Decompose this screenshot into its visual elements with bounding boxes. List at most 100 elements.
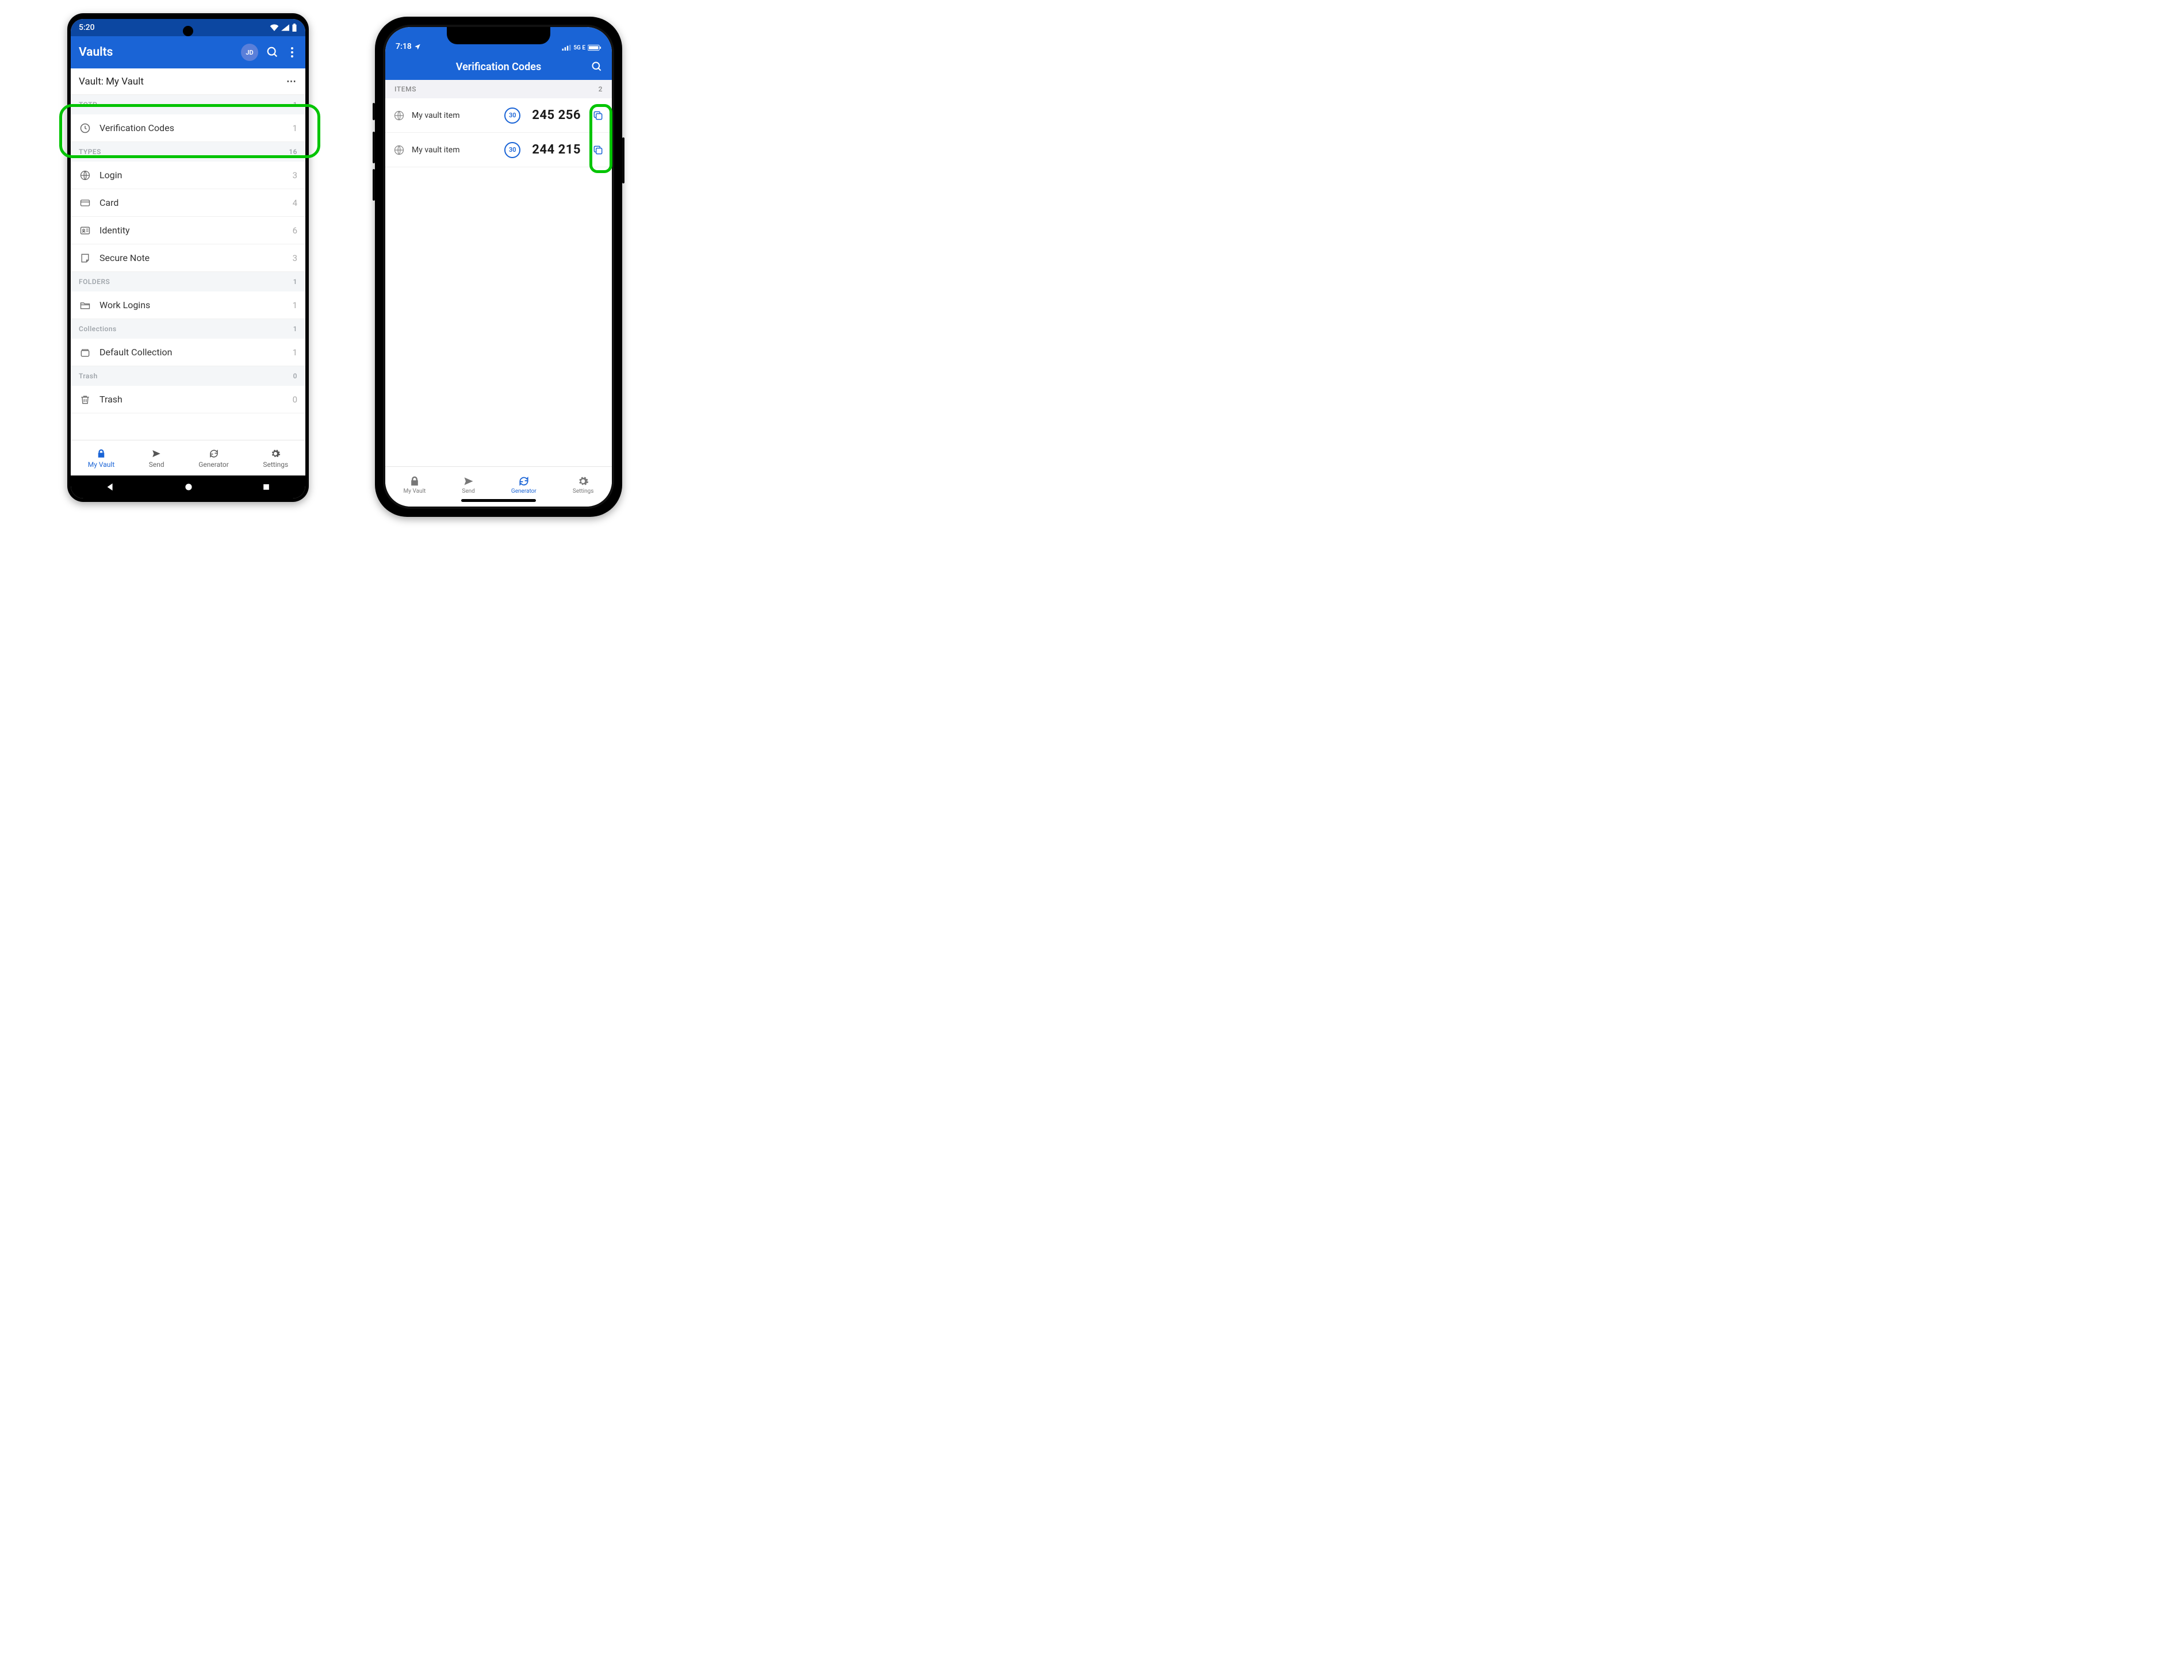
globe-icon bbox=[393, 110, 405, 121]
row-count: 3 bbox=[293, 170, 297, 181]
tab-label: Generator bbox=[198, 461, 229, 469]
refresh-icon bbox=[209, 448, 219, 459]
section-title: TYPES bbox=[79, 148, 101, 156]
tab-label: Send bbox=[149, 461, 164, 469]
row-label: Trash bbox=[99, 394, 285, 405]
totp-item[interactable]: My vault item 30 245 256 bbox=[385, 98, 612, 133]
tab-my-vault[interactable]: My Vault bbox=[404, 475, 426, 494]
section-count: 16 bbox=[289, 148, 297, 156]
tab-settings[interactable]: Settings bbox=[263, 448, 288, 469]
gear-icon bbox=[577, 475, 589, 487]
collection-icon bbox=[79, 347, 91, 358]
avatar[interactable]: JD bbox=[241, 44, 258, 61]
row-default-collection[interactable]: Default Collection 1 bbox=[71, 339, 305, 366]
tab-label: Settings bbox=[263, 461, 288, 469]
more-icon[interactable] bbox=[287, 46, 297, 59]
row-login[interactable]: Login 3 bbox=[71, 162, 305, 189]
row-trash[interactable]: Trash 0 bbox=[71, 386, 305, 413]
section-count: 1 bbox=[293, 325, 297, 333]
appbar-title: Verification Codes bbox=[456, 61, 541, 73]
android-screen: 5:20 Vaults JD Vault: My Vault ⋯ T bbox=[71, 19, 305, 498]
nav-home-icon[interactable] bbox=[184, 482, 193, 492]
clock-icon bbox=[79, 122, 91, 134]
iphone-screen: 7:18 5G E Verification Codes ITEMS bbox=[385, 27, 612, 507]
section-count: 2 bbox=[599, 85, 603, 93]
section-header-totp: TOTP 1 bbox=[71, 95, 305, 114]
volume-up-button bbox=[373, 132, 375, 163]
status-time: 5:20 bbox=[79, 23, 95, 32]
nav-recent-icon[interactable] bbox=[262, 482, 271, 492]
row-count: 0 bbox=[293, 394, 297, 405]
note-icon bbox=[79, 252, 91, 264]
row-count: 1 bbox=[293, 123, 297, 133]
status-time: 7:18 bbox=[396, 42, 412, 51]
totp-item[interactable]: My vault item 30 244 215 bbox=[385, 133, 612, 167]
home-indicator[interactable] bbox=[461, 499, 536, 502]
android-phone-frame: 5:20 Vaults JD Vault: My Vault ⋯ T bbox=[67, 13, 309, 502]
row-identity[interactable]: Identity 6 bbox=[71, 217, 305, 244]
iphone-app-bar: Verification Codes bbox=[385, 53, 612, 80]
tab-label: Settings bbox=[573, 488, 594, 494]
row-work-logins[interactable]: Work Logins 1 bbox=[71, 291, 305, 319]
card-icon bbox=[79, 197, 91, 209]
search-icon[interactable] bbox=[591, 61, 603, 72]
section-header-types: TYPES 16 bbox=[71, 142, 305, 162]
tab-generator[interactable]: Generator bbox=[511, 475, 537, 494]
refresh-icon bbox=[518, 475, 530, 487]
tab-my-vault[interactable]: My Vault bbox=[88, 448, 115, 469]
android-bottom-tabs: My Vault Send Generator bbox=[71, 440, 305, 475]
status-icons bbox=[270, 24, 297, 32]
send-icon bbox=[151, 448, 162, 459]
vault-selector-more-icon[interactable]: ⋯ bbox=[286, 76, 297, 87]
gear-icon bbox=[270, 448, 281, 459]
row-label: Login bbox=[99, 170, 285, 181]
section-header-collections: Collections 1 bbox=[71, 319, 305, 339]
nav-back-icon[interactable] bbox=[105, 482, 116, 492]
vault-selector[interactable]: Vault: My Vault ⋯ bbox=[71, 68, 305, 95]
signal-icon bbox=[281, 24, 289, 31]
section-header-folders: FOLDERS 1 bbox=[71, 272, 305, 291]
android-nav-bar bbox=[71, 475, 305, 498]
lock-icon bbox=[409, 475, 420, 487]
totp-code: 245 256 bbox=[532, 108, 581, 122]
totp-timer: 30 bbox=[504, 142, 520, 158]
row-verification-codes[interactable]: Verification Codes 1 bbox=[71, 114, 305, 142]
ios-list[interactable]: ITEMS 2 My vault item 30 245 256 bbox=[385, 80, 612, 466]
tab-generator[interactable]: Generator bbox=[198, 448, 229, 469]
location-icon bbox=[414, 43, 421, 50]
section-title: ITEMS bbox=[394, 85, 416, 93]
totp-code: 244 215 bbox=[532, 143, 581, 157]
row-label: Verification Codes bbox=[99, 122, 285, 133]
vault-list[interactable]: TOTP 1 Verification Codes 1 TYPES 16 bbox=[71, 95, 305, 440]
trash-icon bbox=[79, 394, 91, 405]
volume-down-button bbox=[373, 169, 375, 201]
tab-send[interactable]: Send bbox=[462, 475, 474, 494]
item-name: My vault item bbox=[412, 111, 497, 120]
row-label: Secure Note bbox=[99, 252, 285, 263]
tab-settings[interactable]: Settings bbox=[573, 475, 594, 494]
vault-selector-label: Vault: My Vault bbox=[79, 76, 144, 87]
globe-icon bbox=[79, 170, 91, 181]
copy-icon[interactable] bbox=[592, 110, 604, 121]
tab-send[interactable]: Send bbox=[149, 448, 164, 469]
section-title: Collections bbox=[79, 325, 117, 333]
totp-timer: 30 bbox=[504, 108, 520, 124]
ios-section-header: ITEMS 2 bbox=[385, 80, 612, 98]
folder-icon bbox=[79, 300, 91, 311]
row-count: 6 bbox=[293, 225, 297, 236]
copy-icon[interactable] bbox=[592, 144, 604, 156]
android-app-bar: Vaults JD bbox=[71, 36, 305, 68]
row-secure-note[interactable]: Secure Note 3 bbox=[71, 244, 305, 272]
iphone-frame: 7:18 5G E Verification Codes ITEMS bbox=[375, 17, 622, 517]
send-icon bbox=[463, 475, 474, 487]
section-title: FOLDERS bbox=[79, 278, 110, 286]
tab-label: Send bbox=[462, 488, 474, 494]
tab-label: My Vault bbox=[88, 461, 115, 469]
camera-punch-hole bbox=[183, 26, 193, 36]
battery-icon bbox=[588, 44, 601, 51]
row-card[interactable]: Card 4 bbox=[71, 189, 305, 217]
id-card-icon bbox=[79, 225, 91, 236]
search-icon[interactable] bbox=[266, 46, 279, 59]
row-count: 1 bbox=[293, 300, 297, 310]
row-label: Default Collection bbox=[99, 347, 285, 358]
